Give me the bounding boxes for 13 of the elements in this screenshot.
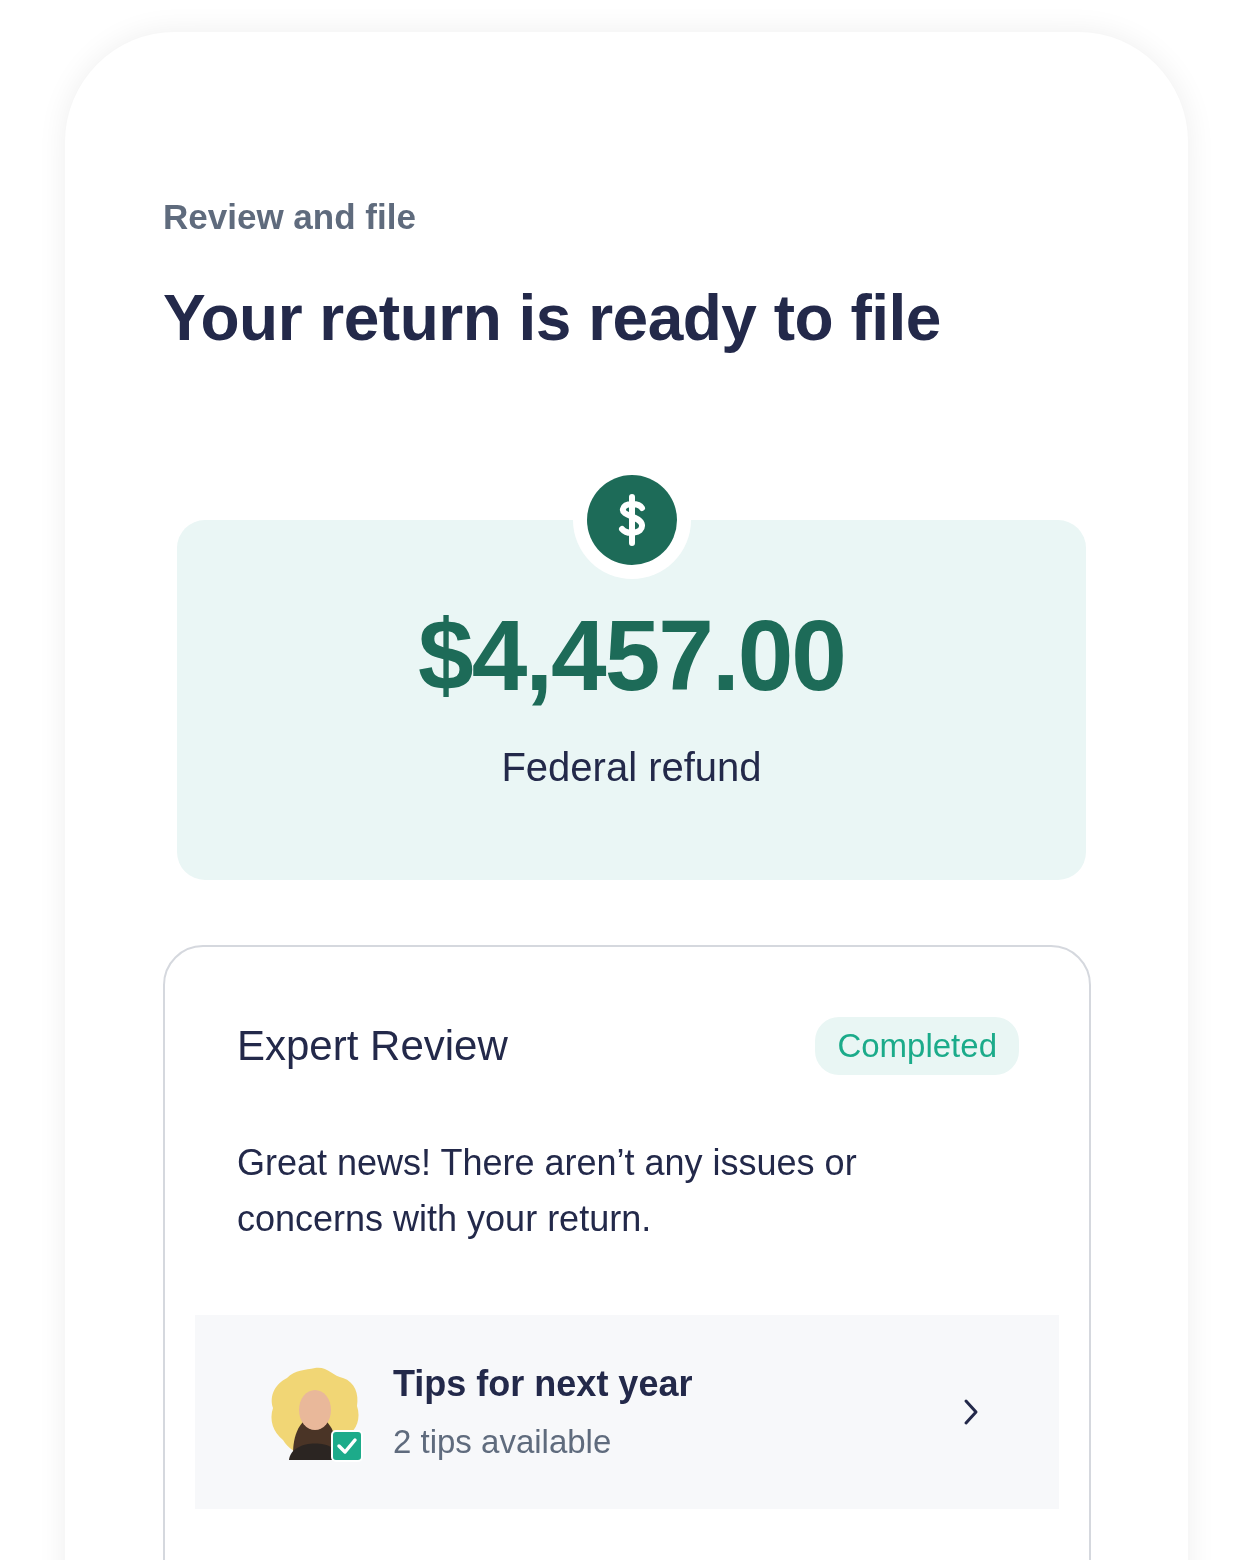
section-label: Review and file (163, 197, 417, 237)
status-badge: Completed (815, 1017, 1019, 1075)
page-title: Your return is ready to file (163, 281, 942, 355)
review-title: Expert Review (237, 1022, 508, 1070)
refund-label: Federal refund (501, 745, 762, 790)
tips-count: 2 tips available (393, 1423, 613, 1461)
check-icon (331, 1430, 363, 1462)
review-message: Great news! There aren’t any issues or concerns with your return. (237, 1141, 858, 1241)
refund-amount: $4,457.00 (418, 600, 845, 710)
tips-title: Tips for next year (393, 1363, 694, 1405)
tips-row[interactable]: Tips for next year 2 tips available (195, 1315, 1059, 1509)
chevron-right-icon (963, 1398, 979, 1426)
dollar-icon (586, 475, 677, 565)
